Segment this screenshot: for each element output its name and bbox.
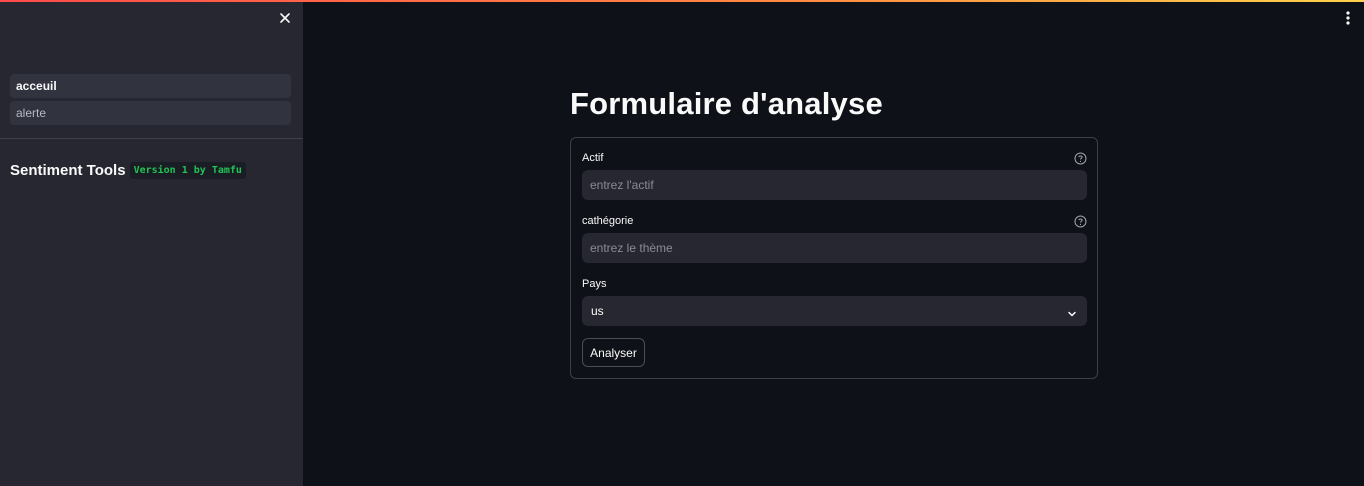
analysis-form: Actif cathégorie Pays us Analyser [570, 137, 1098, 379]
question-circle-icon[interactable] [1074, 152, 1087, 165]
vertical-ellipsis-icon[interactable] [1341, 9, 1355, 27]
sidebar-item-acceuil[interactable]: acceuil [10, 74, 291, 98]
actif-input[interactable] [582, 170, 1087, 200]
page-title: Formulaire d'analyse [570, 86, 883, 121]
close-icon[interactable] [276, 9, 294, 27]
sidebar: acceuil alerte Sentiment Tools Version 1… [0, 0, 303, 486]
sidebar-item-label: alerte [16, 106, 47, 120]
categorie-label: cathégorie [582, 215, 634, 227]
top-decoration-bar [0, 0, 1364, 2]
question-circle-icon[interactable] [1074, 215, 1087, 228]
categorie-input[interactable] [582, 233, 1087, 263]
sidebar-item-label: acceuil [16, 79, 57, 93]
chevron-down-icon [1067, 306, 1077, 317]
sidebar-title: Sentiment Tools Version 1 by Tamfu [10, 162, 246, 179]
pays-label: Pays [582, 278, 607, 290]
analyser-button[interactable]: Analyser [582, 338, 645, 367]
pays-selected-value: us [591, 304, 604, 318]
version-badge: Version 1 by Tamfu [129, 162, 246, 179]
sidebar-divider [0, 138, 303, 139]
app-name: Sentiment Tools [10, 162, 126, 179]
actif-label: Actif [582, 152, 604, 164]
sidebar-item-alerte[interactable]: alerte [10, 101, 291, 125]
pays-select[interactable]: us [582, 296, 1087, 326]
